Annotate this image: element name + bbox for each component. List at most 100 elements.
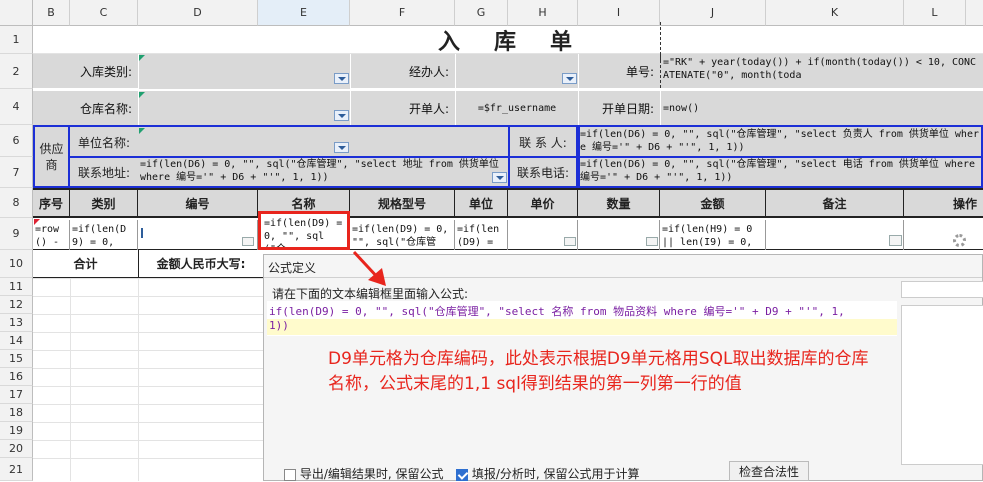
date-value[interactable]: =now() xyxy=(660,91,983,125)
unit-name-label[interactable]: 单位名称: xyxy=(70,127,138,157)
warehouse-name-label[interactable]: 仓库名称: xyxy=(33,91,138,125)
contact-address-formula[interactable]: =if(len(D6) = 0, "", sql("仓库管理", "select… xyxy=(138,157,508,188)
column-header-g[interactable]: G xyxy=(455,0,508,26)
row-header-17[interactable]: 17 xyxy=(0,386,33,404)
table-header-cell[interactable]: 金额 xyxy=(660,188,766,218)
supplier-label[interactable]: 供应商 xyxy=(33,125,70,188)
column-header-i[interactable]: I xyxy=(578,0,660,26)
unit-name-field[interactable] xyxy=(138,127,508,157)
doc-no-formula[interactable]: ="RK" + year(today()) + if(month(today()… xyxy=(660,55,983,88)
dropdown-arrow-icon[interactable] xyxy=(334,110,349,121)
handler-field[interactable] xyxy=(455,54,578,89)
checkbox-icon[interactable] xyxy=(284,468,296,481)
row9-unit-formula[interactable]: =if(len(D9) = 0, xyxy=(455,220,508,250)
doc-no-label[interactable]: 单号: xyxy=(578,54,660,89)
annotation-arrow xyxy=(352,250,386,286)
widget-icon[interactable] xyxy=(242,237,254,246)
row-header-11[interactable]: 11 xyxy=(0,278,33,296)
dropdown-arrow-icon[interactable] xyxy=(334,73,349,84)
warehouse-name-field[interactable] xyxy=(138,91,350,125)
table-header-cell[interactable]: 操作 xyxy=(904,188,983,218)
grid-line xyxy=(33,422,263,423)
function-search-box[interactable] xyxy=(901,281,983,298)
row-header-7[interactable]: 7 xyxy=(0,157,33,188)
column-header-d[interactable]: D xyxy=(138,0,258,26)
grid-line xyxy=(33,368,263,369)
row-header-16[interactable]: 16 xyxy=(0,368,33,386)
number-widget-icon[interactable] xyxy=(646,237,658,246)
contact-person-formula[interactable]: =if(len(D6) = 0, "", sql("仓库管理", "select… xyxy=(578,127,983,157)
column-header-l[interactable]: L xyxy=(904,0,966,26)
row-header-18[interactable]: 18 xyxy=(0,404,33,422)
row-header-15[interactable]: 15 xyxy=(0,350,33,368)
comment-marker-icon xyxy=(139,55,145,61)
gear-icon[interactable] xyxy=(953,234,966,247)
table-header-cell[interactable]: 编号 xyxy=(138,188,258,218)
column-header-j[interactable]: J xyxy=(660,0,766,26)
row-header-4[interactable]: 4 xyxy=(0,89,33,125)
row-header-10[interactable]: 10 xyxy=(0,250,33,278)
amount-cn-label[interactable]: 金额人民币大写: xyxy=(138,250,263,278)
column-header-f[interactable]: F xyxy=(350,0,455,26)
contact-phone-formula[interactable]: =if(len(D6) = 0, "", sql("仓库管理", "select… xyxy=(578,157,983,188)
row-header-6[interactable]: 6 xyxy=(0,125,33,157)
row-header-9[interactable]: 9 xyxy=(0,218,33,250)
contact-person-label[interactable]: 联 系 人: xyxy=(508,127,578,157)
dropdown-arrow-icon[interactable] xyxy=(334,142,349,153)
title-cell[interactable]: 入 库 单 xyxy=(33,26,983,54)
dropdown-arrow-icon[interactable] xyxy=(562,73,577,84)
row-header-1[interactable]: 1 xyxy=(0,26,33,54)
column-header-c[interactable]: C xyxy=(70,0,138,26)
checkbox-checked-icon[interactable] xyxy=(456,468,468,481)
keep-formula-export-option[interactable]: 导出/编辑结果时, 保留公式 xyxy=(284,465,444,482)
grid-line xyxy=(33,386,263,387)
row-header-19[interactable]: 19 xyxy=(0,422,33,440)
grid-line xyxy=(33,458,263,459)
corner-cell[interactable] xyxy=(0,0,33,26)
inbound-type-field[interactable] xyxy=(138,54,350,89)
row-header-2[interactable]: 2 xyxy=(0,54,33,89)
grid-line xyxy=(33,296,263,297)
row-header-20[interactable]: 20 xyxy=(0,440,33,458)
row-header-8[interactable]: 8 xyxy=(0,188,33,218)
row-header-13[interactable]: 13 xyxy=(0,314,33,332)
column-header-m[interactable] xyxy=(966,0,983,26)
total-label[interactable]: 合计 xyxy=(33,250,138,278)
column-header-b[interactable]: B xyxy=(33,0,70,26)
row9-type-formula[interactable]: =if(len(D9) = 0, xyxy=(70,220,138,250)
column-header-e[interactable]: E xyxy=(258,0,350,26)
column-header-k[interactable]: K xyxy=(766,0,904,26)
handler-label[interactable]: 经办人: xyxy=(350,54,455,89)
column-header-h[interactable]: H xyxy=(508,0,578,26)
contact-phone-label[interactable]: 联系电话: xyxy=(508,157,578,188)
table-header-cell[interactable]: 备注 xyxy=(766,188,904,218)
function-list-panel[interactable] xyxy=(901,305,983,465)
row-header-21[interactable]: 21 xyxy=(0,458,33,481)
table-header-cell[interactable]: 单价 xyxy=(508,188,578,218)
keep-formula-fill-option[interactable]: 填报/分析时, 保留公式用于计算 xyxy=(456,465,640,482)
validate-button[interactable]: 检查合法性 xyxy=(729,461,809,481)
contact-address-label[interactable]: 联系地址: xyxy=(70,157,138,188)
table-header-cell[interactable]: 序号 xyxy=(33,188,70,218)
table-header-cell[interactable]: 规格型号 xyxy=(350,188,455,218)
row-header-14[interactable]: 14 xyxy=(0,332,33,350)
creator-value[interactable]: =$fr_username xyxy=(455,91,578,125)
creator-label[interactable]: 开单人: xyxy=(350,91,455,125)
formula-editor[interactable]: if(len(D9) = 0, "", sql("仓库管理", "select … xyxy=(267,301,897,336)
table-header-cell[interactable]: 类别 xyxy=(70,188,138,218)
dropdown-arrow-icon[interactable] xyxy=(492,172,507,183)
inbound-type-label[interactable]: 入库类别: xyxy=(33,54,138,89)
row-header-12[interactable]: 12 xyxy=(0,296,33,314)
number-widget-icon[interactable] xyxy=(564,237,576,246)
row9-action-field[interactable] xyxy=(904,220,983,250)
text-widget-icon[interactable] xyxy=(889,235,902,246)
annotation-text: D9单元格为仓库编码，此处表示根据D9单元格用SQL取出数据库的仓库名称，公式末… xyxy=(328,349,869,394)
table-header-cell[interactable]: 数量 xyxy=(578,188,660,218)
row9-amount-formula[interactable]: =if(len(H9) = 0 || len(I9) = 0, " xyxy=(660,220,766,250)
date-label[interactable]: 开单日期: xyxy=(578,91,660,125)
row9-name-formula[interactable]: =if(len(D9) = 0, "", sql("仓 xyxy=(258,211,350,250)
table-header-cell[interactable]: 单位 xyxy=(455,188,508,218)
row9-code-field[interactable] xyxy=(138,220,258,250)
row9-remark-field[interactable] xyxy=(766,220,904,250)
formula-line-2: 1)) xyxy=(267,319,897,335)
